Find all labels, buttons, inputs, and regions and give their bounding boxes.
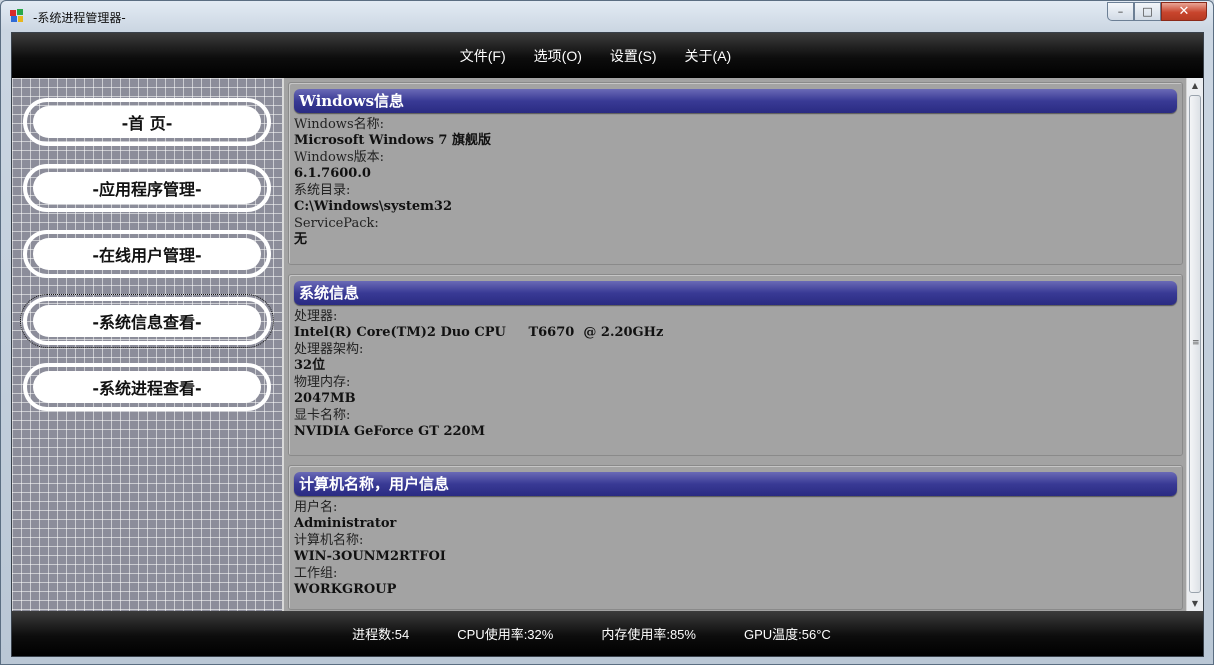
nav-app-management-button[interactable]: -应用程序管理- — [23, 164, 271, 212]
menu-options[interactable]: 选项(O) — [534, 46, 582, 66]
nav-process-view-label: -系统进程查看- — [33, 371, 261, 403]
field-physical-memory: 物理内存: 2047MB — [289, 374, 1182, 407]
gpu-temperature: GPU温度:56°C — [743, 627, 831, 642]
field-value: 无 — [294, 232, 308, 247]
field-label: 显卡名称: — [294, 408, 351, 423]
cpu-usage: CPU使用率:32% — [457, 627, 554, 642]
field-graphics-card: 显卡名称: NVIDIA GeForce GT 220M — [289, 407, 1182, 440]
field-system-directory: 系统目录: C:\Windows\system32 — [289, 182, 1182, 215]
field-label: ServicePack: — [294, 216, 379, 231]
scroll-down-arrow-icon[interactable]: ▼ — [1187, 596, 1203, 612]
nav-home-label: -首 页- — [33, 106, 261, 138]
field-processor: 处理器: Intel(R) Core(TM)2 Duo CPU T6670 @ … — [289, 308, 1182, 341]
field-service-pack: ServicePack: 无 — [289, 215, 1182, 248]
menu-bar: 文件(F) 选项(O) 设置(S) 关于(A) — [12, 33, 1203, 78]
field-value: WIN-3OUNM2RTFOI — [294, 549, 446, 564]
field-label: 计算机名称: — [294, 533, 364, 548]
field-value: Microsoft Windows 7 旗舰版 — [294, 133, 492, 148]
field-windows-name: Windows名称: Microsoft Windows 7 旗舰版 — [289, 116, 1182, 149]
nav-process-view-button[interactable]: -系统进程查看- — [23, 363, 271, 411]
nav-system-info-button[interactable]: -系统信息查看- — [20, 294, 274, 348]
field-windows-version: Windows版本: 6.1.7600.0 — [289, 149, 1182, 182]
field-value: 32位 — [294, 358, 326, 373]
title-bar[interactable]: -系统进程管理器- – □ ✕ — [1, 1, 1213, 31]
field-value: 2047MB — [294, 391, 356, 406]
vertical-scrollbar[interactable]: ▲ ≡ ▼ — [1186, 78, 1203, 612]
field-label: 物理内存: — [294, 375, 351, 390]
nav-home-button[interactable]: -首 页- — [23, 98, 271, 146]
field-architecture: 处理器架构: 32位 — [289, 341, 1182, 374]
field-label: 用户名: — [294, 500, 338, 515]
app-icon — [10, 9, 23, 22]
field-username: 用户名: Administrator — [289, 499, 1182, 532]
maximize-button[interactable]: □ — [1134, 2, 1161, 21]
close-button[interactable]: ✕ — [1161, 2, 1207, 21]
computer-user-section: 计算机名称，用户信息 用户名: Administrator 计算机名称: WIN… — [288, 465, 1183, 610]
system-info-section: 系统信息 处理器: Intel(R) Core(TM)2 Duo CPU T66… — [288, 274, 1183, 456]
field-computer-name: 计算机名称: WIN-3OUNM2RTFOI — [289, 532, 1182, 565]
field-label: Windows版本: — [294, 150, 384, 165]
field-value: C:\Windows\system32 — [294, 199, 452, 214]
minimize-button[interactable]: – — [1107, 2, 1134, 21]
nav-system-info-label: -系统信息查看- — [33, 305, 261, 337]
app-window: -系统进程管理器- – □ ✕ 文件(F) 选项(O) 设置(S) 关于(A) … — [0, 0, 1214, 665]
menu-about[interactable]: 关于(A) — [685, 46, 732, 66]
field-workgroup: 工作组: WORKGROUP — [289, 565, 1182, 598]
field-value: NVIDIA GeForce GT 220M — [294, 424, 485, 439]
field-label: 系统目录: — [294, 183, 351, 198]
field-value: 6.1.7600.0 — [294, 166, 371, 181]
memory-usage: 内存使用率:85% — [601, 627, 696, 642]
grip-icon: ≡ — [1192, 338, 1200, 348]
field-value: WORKGROUP — [294, 582, 397, 597]
scroll-thumb[interactable]: ≡ — [1189, 95, 1201, 593]
field-label: 处理器: — [294, 309, 338, 324]
windows-info-header: Windows信息 — [294, 89, 1177, 113]
nav-online-users-button[interactable]: -在线用户管理- — [23, 230, 271, 278]
status-bar: 进程数:54 CPU使用率:32% 内存使用率:85% GPU温度:56°C — [12, 611, 1203, 656]
info-panel: Windows信息 Windows名称: Microsoft Windows 7… — [284, 78, 1189, 612]
windows-info-section: Windows信息 Windows名称: Microsoft Windows 7… — [288, 82, 1183, 265]
menu-file[interactable]: 文件(F) — [460, 46, 506, 66]
field-value: Intel(R) Core(TM)2 Duo CPU T6670 @ 2.20G… — [294, 325, 664, 340]
nav-app-management-label: -应用程序管理- — [33, 172, 261, 204]
field-label: 处理器架构: — [294, 342, 364, 357]
nav-online-users-label: -在线用户管理- — [33, 238, 261, 270]
computer-user-header: 计算机名称，用户信息 — [294, 472, 1177, 496]
menu-settings[interactable]: 设置(S) — [610, 46, 657, 66]
field-label: Windows名称: — [294, 117, 384, 132]
process-count: 进程数:54 — [352, 627, 410, 642]
system-info-header: 系统信息 — [294, 281, 1177, 305]
field-label: 工作组: — [294, 566, 338, 581]
sidebar: -首 页- -应用程序管理- -在线用户管理- -系统信息查看- -系统进程查看… — [12, 78, 284, 612]
client-area: 文件(F) 选项(O) 设置(S) 关于(A) -首 页- -应用程序管理- -… — [11, 32, 1204, 657]
scroll-up-arrow-icon[interactable]: ▲ — [1187, 78, 1203, 94]
field-value: Administrator — [294, 516, 397, 531]
window-title: -系统进程管理器- — [33, 11, 126, 25]
